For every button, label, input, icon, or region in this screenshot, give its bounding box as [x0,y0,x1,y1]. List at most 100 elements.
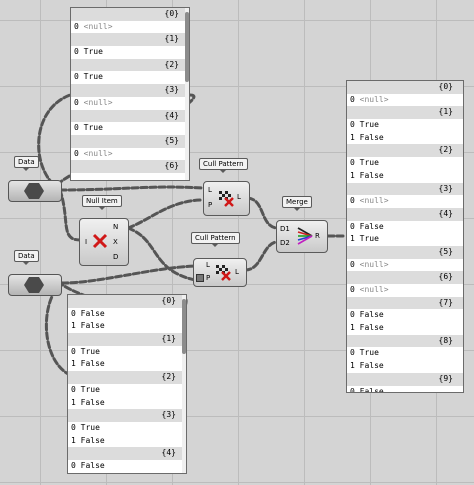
panel-item-index: 0 [74,47,79,57]
panel-item-value: <null> [83,97,113,107]
panel-item-value: False [359,221,384,231]
panel-item-value: False [359,361,384,371]
panel-branch-header: {4} [71,109,189,123]
merge-component[interactable]: D1 D2 R [276,220,328,253]
merge-output-r[interactable]: R [315,232,320,240]
panel-item-value: <null> [83,21,113,31]
panel-item-index: 1 [350,132,355,142]
panel-item-index: 0 [350,285,355,294]
panel-item-value: True [83,123,103,133]
panel-item-index: 0 [350,386,355,393]
panel-item-value: False [80,321,105,331]
panel-branch-header: {2} [347,144,463,158]
panel-item-row: 1 False [347,360,463,373]
panel-item-row: 1 True [347,233,463,246]
panel-item-index: 0 [74,148,79,158]
panel-item-row: 0 <null> [347,94,463,107]
panel-right-rows: {0} 0 <null> {1} 0 True 1 False {2} 0 True 1 Fa… [347,81,463,393]
cull2-input-l[interactable]: L [206,261,210,269]
panel-item-row: 0 True [68,422,186,435]
merge-input-d1[interactable]: D1 [280,225,290,233]
wire-cull2-merge [243,240,278,272]
cull1-input-l[interactable]: L [208,186,212,194]
panel-branch-header: {3} [347,182,463,196]
panel-item-index: 0 [71,384,76,394]
panel-item-row: 0 False [347,386,463,393]
cull-pattern-1-title: Cull Pattern [203,160,244,168]
panel-item-row: 0 False [347,309,463,322]
panel-item-row: 0 <null> [347,284,463,297]
panel-item-index: 1 [71,321,76,331]
cull1-input-p[interactable]: P [208,201,212,209]
panel-item-value: True [80,384,100,394]
panel-item-row: 0 True [347,347,463,360]
panel-bottom-scrollbar[interactable] [182,295,186,473]
panel-branch-header: {3} [68,409,186,422]
panel-item-value: True [359,348,379,358]
data1-label: Data [14,156,39,171]
panel-item-index: 1 [350,170,355,180]
panel-right[interactable]: {0} 0 <null> {1} 0 True 1 False {2} 0 True 1 Fa… [346,80,464,393]
panel-top-scrollbar[interactable] [185,8,189,180]
panel-item-index: 0 [74,97,79,107]
panel-branch-header: {1} [68,333,186,346]
panel-item-index: 0 [350,348,355,358]
panel-item-row: 0 <null> [347,195,463,208]
panel-item-row: 1 False [68,435,186,448]
cull2-input-p-flag-icon [196,274,204,282]
panel-item-value: <null> [359,259,389,269]
wire-data1-null [58,188,82,242]
data2-param[interactable] [8,274,62,296]
panel-item-value: False [359,310,384,320]
cull-pattern-icon [216,265,231,281]
panel-item-row: 0 True [347,119,463,132]
panel-item-index: 1 [71,397,76,407]
panel-item-index: 0 [350,221,355,231]
panel-branch-header: {6} [347,271,463,284]
cull1-output-l[interactable]: L [237,193,241,201]
null-item-output-n[interactable]: N [113,223,118,231]
panel-item-row: 0 True [71,71,189,84]
panel-branch-header: {5} [347,245,463,259]
panel-branch-header: {0} [71,8,189,21]
panel-branch-header: {1} [71,33,189,47]
panel-branch-header: {2} [71,58,189,72]
null-item-component[interactable]: I N X D [79,218,129,266]
data1-label-text: Data [18,158,35,166]
panel-item-index: 0 [350,196,355,206]
panel-item-value: False [80,435,105,445]
null-item-label: Null Item [82,195,122,210]
panel-item-value: True [83,72,103,82]
cull-pattern-2-component[interactable]: L P L [193,258,247,287]
null-item-output-x[interactable]: X [113,238,118,246]
panel-item-row: 0 False [347,221,463,234]
panel-top-rows: {0} 0 <null> {1} 0 True {2} 0 True {3} 0 <null>… [71,8,189,173]
panel-top[interactable]: {0} 0 <null> {1} 0 True {2} 0 True {3} 0 <null>… [70,7,190,181]
cull2-output-l[interactable]: L [235,268,239,276]
data1-param[interactable] [8,180,62,202]
merge-input-d2[interactable]: D2 [280,239,290,247]
cull-pattern-1-component[interactable]: L P L [203,181,250,216]
panel-item-value: False [80,359,105,369]
panel-item-row: 0 True [68,384,186,397]
panel-item-value: True [359,158,379,168]
panel-branch-header: {7} [347,296,463,310]
panel-item-index: 0 [350,94,355,104]
panel-item-value: True [80,346,100,356]
panel-item-value: True [80,422,100,432]
panel-item-index: 1 [71,359,76,369]
panel-bottom[interactable]: {0} 0 False 1 False {1} 0 True 1 False {2} 0 Tr… [67,294,187,474]
panel-branch-header: {4} [347,207,463,221]
hexagon-icon [24,183,44,199]
null-item-output-d[interactable]: D [113,253,118,261]
panel-item-index: 0 [350,158,355,168]
panel-item-index: 0 [71,422,76,432]
null-item-input-i[interactable]: I [85,238,87,246]
panel-item-index: 0 [71,308,76,318]
cull2-input-p[interactable]: P [206,274,210,282]
wire-data1-cull1 [58,185,205,192]
panel-item-value: False [359,170,384,180]
panel-branch-header: {9} [347,372,463,386]
panel-branch-header: {8} [347,334,463,348]
panel-item-index: 0 [74,123,79,133]
